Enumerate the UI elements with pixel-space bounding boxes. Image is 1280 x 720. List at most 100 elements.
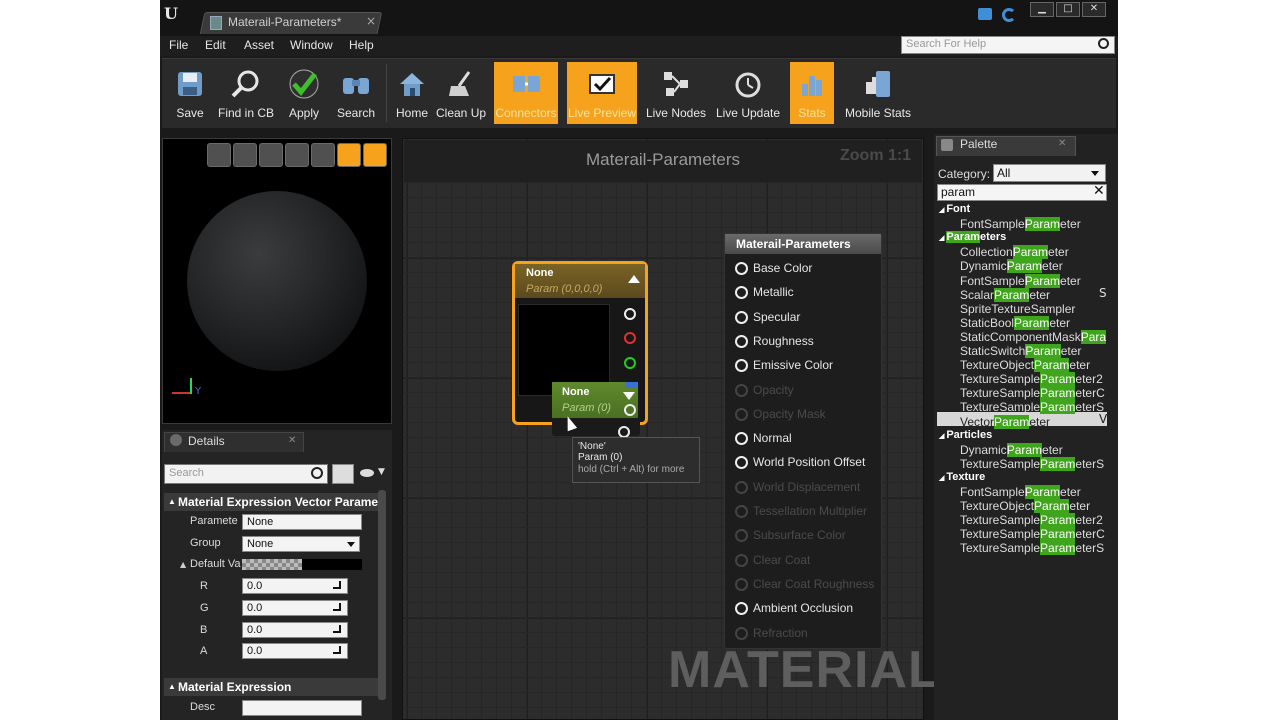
view-options-eye-icon[interactable] (360, 469, 374, 477)
details-tab[interactable] (164, 432, 304, 452)
result-input-pin[interactable] (735, 286, 748, 299)
menu-asset[interactable]: Asset (244, 38, 274, 52)
apply-button[interactable]: Apply (282, 62, 326, 124)
chevron-down-icon[interactable]: ▼ (378, 467, 385, 477)
result-input-pin[interactable] (735, 359, 748, 372)
result-input-pin[interactable] (735, 335, 748, 348)
close-window-icon[interactable]: ✕ (1082, 2, 1106, 17)
result-input-pin[interactable] (735, 578, 748, 591)
menu-help[interactable]: Help (349, 38, 374, 52)
save-button[interactable]: Save (168, 62, 212, 124)
stats-toggle[interactable]: Stats (790, 62, 834, 124)
result-input-pin[interactable] (735, 262, 748, 275)
search-icon[interactable] (1098, 38, 1109, 49)
menu-edit[interactable]: Edit (205, 38, 226, 52)
palette-item[interactable]: FontSampleParameter (960, 485, 1081, 499)
palette-item[interactable]: DynamicParameter (960, 443, 1063, 457)
result-input-pin[interactable] (735, 505, 748, 518)
palette-item[interactable]: StaticSwitchParameter (960, 344, 1081, 358)
connectors-toggle[interactable]: Connectors (494, 62, 558, 124)
cylinder-preview-icon[interactable] (207, 143, 231, 167)
palette-item[interactable]: DynamicParameter (960, 259, 1063, 273)
palette-category[interactable]: ◢ Particles (939, 429, 992, 441)
result-input-pin[interactable] (735, 602, 748, 615)
palette-search-input[interactable]: param (937, 184, 1107, 201)
result-input-pin[interactable] (735, 408, 748, 421)
scalar-output-pin[interactable] (624, 404, 636, 416)
color-swatch[interactable] (302, 559, 362, 570)
palette-tab[interactable] (936, 136, 1076, 156)
home-button[interactable]: Home (390, 62, 434, 124)
live-preview-toggle[interactable]: Live Preview (567, 62, 637, 124)
result-input-pin[interactable] (735, 456, 748, 469)
result-input-pin[interactable] (735, 311, 748, 324)
search-icon[interactable] (311, 467, 323, 479)
details-scrollbar[interactable] (378, 490, 386, 700)
palette-item[interactable]: TextureObjectParameter (960, 499, 1090, 513)
grid-toggle-icon[interactable] (337, 143, 361, 167)
palette-close-icon[interactable]: ✕ (1058, 138, 1066, 149)
find-in-cb-button[interactable]: Find in CB (216, 62, 276, 124)
palette-item[interactable]: ScalarParameter (960, 288, 1050, 302)
source-control-icon[interactable] (1002, 8, 1016, 22)
g-value-input[interactable]: 0.0 (242, 600, 348, 616)
palette-category[interactable]: ◢ Texture (939, 471, 985, 483)
tab-close-icon[interactable]: × (366, 14, 376, 28)
palette-item[interactable]: StaticBoolParameter (960, 316, 1070, 330)
palette-item[interactable]: FontSampleParameter (960, 217, 1081, 231)
palette-item[interactable]: TextureObjectParameter (960, 358, 1090, 372)
chat-feedback-icon[interactable] (978, 8, 992, 20)
result-input-pin[interactable] (735, 481, 748, 494)
result-input-pin[interactable] (735, 384, 748, 397)
mobile-stats-toggle[interactable]: Mobile Stats (842, 62, 914, 124)
output-pin-r[interactable] (624, 332, 636, 344)
result-input-pin[interactable] (735, 627, 748, 640)
r-value-input[interactable]: 0.0 (242, 578, 348, 594)
b-value-input[interactable]: 0.0 (242, 622, 348, 638)
clean-up-button[interactable]: Clean Up (436, 62, 486, 124)
search-button[interactable]: Search (334, 62, 378, 124)
sphere-preview-icon[interactable] (233, 143, 257, 167)
section-header-vector-parameter[interactable]: ▲ Material Expression Vector Paramet (164, 493, 378, 511)
a-value-input[interactable]: 0.0 (242, 643, 348, 659)
result-input-pin[interactable] (735, 554, 748, 567)
expand-arrow-icon[interactable]: ▲ (180, 560, 186, 569)
palette-item[interactable]: TextureSampleParameterC (960, 527, 1105, 541)
palette-item[interactable]: TextureSampleParameterS (960, 457, 1104, 471)
palette-category[interactable]: ◢ Font (939, 203, 970, 215)
live-update-toggle[interactable]: Live Update (714, 62, 782, 124)
output-pin-b[interactable] (625, 382, 637, 388)
palette-item[interactable]: CollectionParameter (960, 245, 1069, 259)
section-header-material-expression[interactable]: ▲ Material Expression (164, 678, 378, 696)
parameter-name-input[interactable]: None (242, 514, 362, 530)
result-input-pin[interactable] (735, 529, 748, 542)
realtime-toggle-icon[interactable] (363, 143, 387, 167)
chevron-down-icon[interactable] (1091, 171, 1099, 176)
color-swatch-checker[interactable] (242, 559, 302, 570)
menu-window[interactable]: Window (290, 38, 333, 52)
palette-category[interactable]: ◢ Parameters (939, 231, 1006, 243)
output-pin-g[interactable] (624, 357, 636, 369)
collapse-arrow-icon[interactable] (628, 275, 640, 283)
palette-item[interactable]: StaticComponentMaskPara (960, 330, 1107, 344)
palette-item[interactable]: TextureSampleParameterS (960, 541, 1104, 555)
plane-preview-icon[interactable] (259, 143, 283, 167)
palette-item[interactable]: TextureSampleParameter2 (960, 372, 1103, 386)
expand-arrow-icon[interactable] (623, 392, 635, 400)
desc-input[interactable] (242, 700, 362, 716)
property-matrix-icon[interactable] (332, 464, 354, 484)
minimize-window-icon[interactable]: ▁ (1030, 2, 1054, 17)
result-input-pin[interactable] (735, 432, 748, 445)
live-nodes-toggle[interactable]: Live Nodes (644, 62, 708, 124)
palette-item[interactable]: VectorParameter (960, 415, 1050, 429)
maximize-window-icon[interactable]: □ (1056, 2, 1080, 17)
palette-item[interactable]: TextureSampleParameterS (960, 400, 1104, 414)
custom-mesh-preview-icon[interactable] (311, 143, 335, 167)
palette-item[interactable]: FontSampleParameter (960, 274, 1081, 288)
palette-item[interactable]: TextureSampleParameterC (960, 386, 1105, 400)
output-pin-rgb[interactable] (624, 308, 636, 320)
cube-preview-icon[interactable] (285, 143, 309, 167)
clear-search-icon[interactable]: ✕ (1093, 183, 1105, 199)
palette-item[interactable]: SpriteTextureSampler (960, 302, 1075, 316)
details-close-icon[interactable]: ✕ (288, 435, 296, 446)
